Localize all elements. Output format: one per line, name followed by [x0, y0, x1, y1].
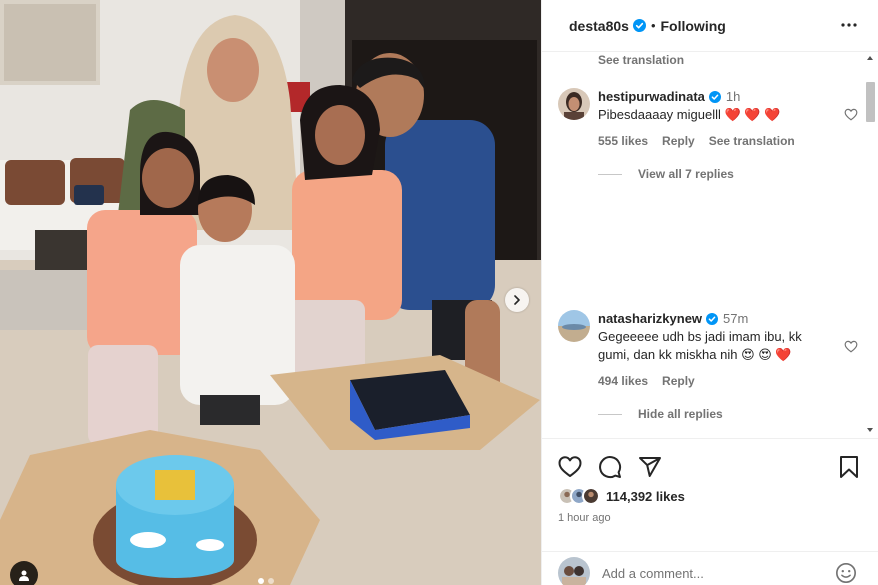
view-replies-toggle[interactable]: View all 7 replies	[598, 167, 734, 181]
likes-count[interactable]: 114,392 likes	[606, 489, 685, 504]
comment-like-icon[interactable]	[844, 340, 858, 353]
bookmark-icon[interactable]	[839, 455, 859, 479]
comment-meta: 494 likes Reply	[598, 374, 695, 388]
post-header: desta80s • Following	[542, 0, 878, 52]
author-username[interactable]: desta80s	[569, 18, 629, 34]
comment-username[interactable]: hestipurwadinata	[598, 89, 705, 104]
post-actions: 114,392 likes 1 hour ago	[542, 438, 878, 585]
comment-text-block: hestipurwadinata 1h Pibesdaaaay miguelll …	[598, 88, 826, 124]
verified-badge-icon	[708, 91, 721, 103]
scrollbar-thumb[interactable]	[866, 82, 875, 122]
comment-time: 57m	[723, 311, 749, 326]
comment-icon[interactable]	[598, 455, 622, 479]
post-photo[interactable]	[0, 0, 541, 585]
see-translation-button[interactable]: See translation	[709, 134, 795, 148]
commenter-avatar[interactable]	[558, 88, 590, 120]
scroll-down-arrow-icon[interactable]	[866, 426, 874, 434]
see-translation-link[interactable]: See translation	[598, 53, 684, 67]
more-options-icon[interactable]	[840, 16, 858, 34]
comment-emoji: ❤️ ❤️ ❤️	[724, 107, 781, 122]
user-tag-icon	[19, 570, 29, 581]
scroll-up-arrow-icon[interactable]	[866, 54, 874, 62]
hide-replies-label[interactable]: Hide all replies	[638, 407, 723, 421]
avatar-image	[558, 557, 590, 585]
likes-summary[interactable]: 114,392 likes	[558, 487, 685, 505]
comment-item: hestipurwadinata 1h Pibesdaaaay miguelll …	[558, 88, 858, 188]
replies-divider-line	[598, 173, 622, 175]
comment-meta: 555 likes Reply See translation	[598, 134, 795, 148]
post-side-panel: desta80s • Following See translation hes…	[541, 0, 878, 585]
share-icon[interactable]	[638, 455, 662, 479]
header-separator: •	[650, 18, 656, 33]
post-timestamp[interactable]: 1 hour ago	[558, 512, 611, 524]
avatar-image	[558, 88, 590, 120]
carousel-dot-active	[258, 578, 264, 584]
comment-likes[interactable]: 494 likes	[598, 374, 648, 388]
comments-list[interactable]: See translation hestipurwadinata 1h Pibes…	[542, 52, 878, 438]
current-user-avatar	[558, 557, 590, 585]
carousel-dot	[268, 578, 274, 584]
comment-like-icon[interactable]	[844, 108, 858, 121]
hide-replies-toggle[interactable]: Hide all replies	[598, 407, 723, 421]
replies-divider-line	[598, 413, 622, 415]
comment-emoji: 😍 😍 ❤️	[741, 347, 792, 362]
user-tags-button[interactable]	[10, 561, 38, 585]
comment-text-block: natasharizkynew 57m Gegeeeee udh bs jadi …	[598, 310, 826, 364]
family-photo-illustration	[0, 0, 541, 585]
view-replies-label[interactable]: View all 7 replies	[638, 167, 734, 181]
avatar-image	[558, 310, 590, 342]
action-icons-row	[558, 455, 662, 479]
carousel-indicator	[258, 578, 274, 584]
verified-badge-icon	[632, 19, 646, 32]
verified-badge-icon	[706, 313, 719, 325]
heart-icon[interactable]	[558, 455, 582, 479]
comment-body: Pibesdaaaay miguelll	[598, 107, 721, 122]
comment-likes[interactable]: 555 likes	[598, 134, 648, 148]
comment-input[interactable]	[602, 566, 822, 581]
comment-item: natasharizkynew 57m Gegeeeee udh bs jadi …	[558, 310, 858, 430]
next-image-button[interactable]	[505, 288, 529, 312]
commenter-avatar[interactable]	[558, 310, 590, 342]
chevron-right-icon	[514, 295, 520, 305]
comment-time: 1h	[725, 89, 741, 104]
following-button[interactable]: Following	[661, 18, 726, 34]
comment-username[interactable]: natasharizkynew	[598, 311, 702, 326]
add-comment-bar	[542, 551, 878, 585]
liker-avatar	[582, 487, 600, 505]
reply-button[interactable]: Reply	[662, 374, 695, 388]
reply-button[interactable]: Reply	[662, 134, 695, 148]
emoji-icon[interactable]	[835, 562, 857, 584]
